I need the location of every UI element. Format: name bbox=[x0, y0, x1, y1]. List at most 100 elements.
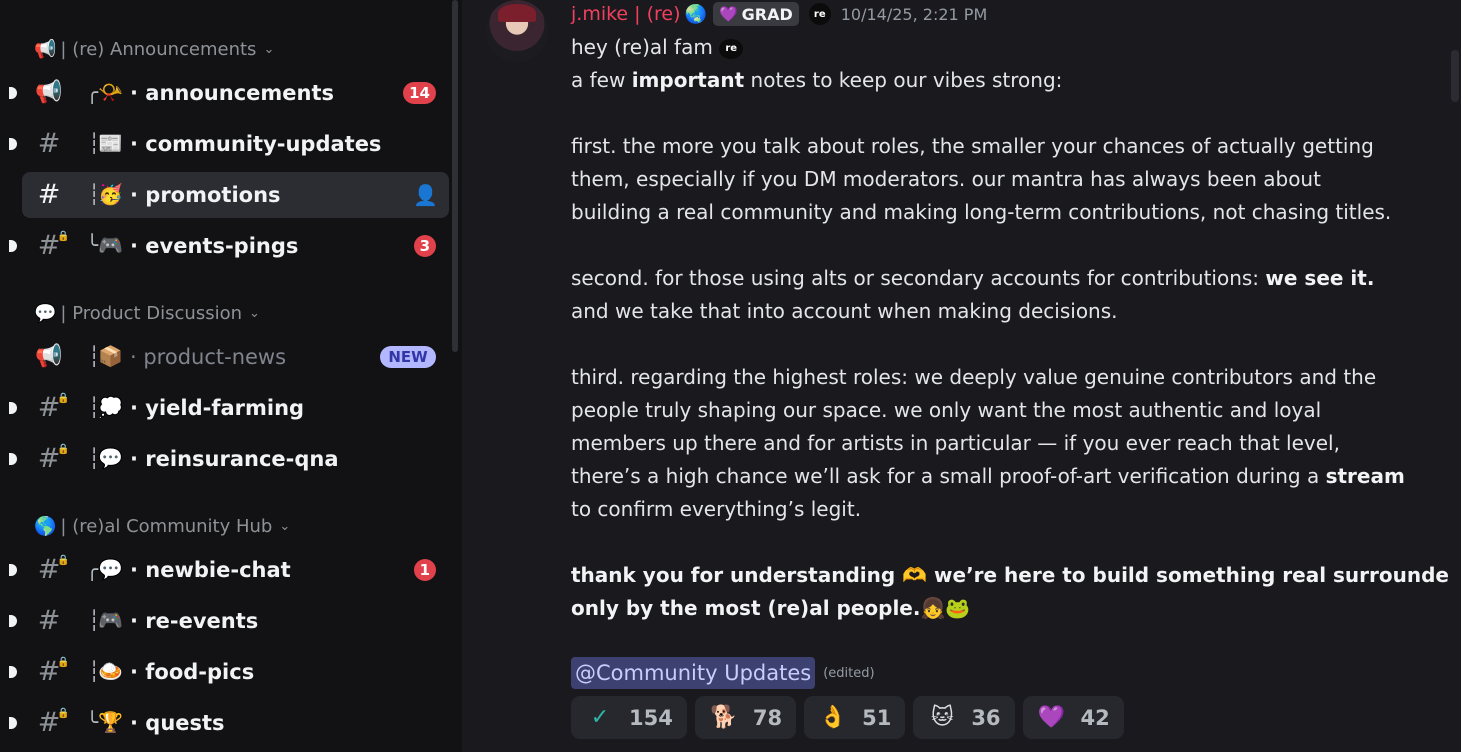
message-line: hey (re)al fam re bbox=[571, 31, 1451, 64]
megaphone-icon: 📢 bbox=[34, 38, 57, 60]
custom-emoji-icons: 👧🐸 bbox=[920, 596, 971, 620]
channel-re-events[interactable]: # ┆ 🎮 · re-events bbox=[9, 598, 449, 644]
message-line: only by the most (re)al people.👧🐸 bbox=[571, 596, 971, 620]
guild-tag-label: GRAD bbox=[741, 4, 793, 24]
purple-heart-icon: 💜 bbox=[1037, 705, 1066, 730]
hashtag-icon: # bbox=[37, 605, 61, 636]
unread-indicator bbox=[9, 453, 17, 465]
category-announcements[interactable]: 📢 | (re) Announcements ⌄ bbox=[34, 34, 274, 64]
channel-emoji: 📰 bbox=[98, 131, 123, 155]
avatar-hat-shape bbox=[498, 4, 536, 22]
heart-icon: 💜 bbox=[718, 5, 738, 23]
hashtag-icon: # bbox=[37, 179, 61, 210]
lock-icon: 🔒 bbox=[57, 708, 70, 719]
avatar[interactable] bbox=[486, 0, 548, 62]
channel-announcements[interactable]: 📢 ╭ 📯 · announcements 14 bbox=[9, 70, 449, 116]
channel-food-pics[interactable]: # 🔒 ┆ 🍛 · food-pics bbox=[9, 649, 449, 695]
channel-sidebar: 📢 | (re) Announcements ⌄ 📢 ╭ 📯 · announc… bbox=[0, 0, 462, 752]
unread-indicator bbox=[9, 402, 17, 414]
message-scrollbar-thumb[interactable] bbox=[1451, 50, 1459, 102]
channel-reinsurance-qna[interactable]: # 🔒 ┆ 💬 · reinsurance-qna bbox=[9, 436, 449, 482]
channel-promotions[interactable]: # ┆ 🥳 · promotions 👤 bbox=[22, 172, 449, 218]
reaction-ok-hand[interactable]: 👌 51 bbox=[804, 696, 906, 739]
reaction-check[interactable]: ✓ 154 bbox=[571, 696, 687, 739]
hashtag-icon: # bbox=[37, 128, 61, 159]
message-line: and we take that into account when makin… bbox=[571, 299, 1118, 323]
tree-connector: ╰ bbox=[86, 233, 99, 257]
channel-emoji: 🍛 bbox=[98, 659, 123, 683]
re-heart-emoji-icon: re bbox=[719, 38, 744, 59]
reaction-count: 42 bbox=[1080, 705, 1110, 730]
message-line: second. for those using alts or secondar… bbox=[571, 266, 1375, 290]
reaction-count: 154 bbox=[629, 705, 673, 730]
cat-icon: 🐱 bbox=[930, 705, 954, 730]
tree-connector: ╭ bbox=[86, 557, 99, 581]
timestamp[interactable]: 10/14/25, 2:21 PM bbox=[841, 5, 988, 24]
channel-name: · re-events bbox=[130, 609, 259, 633]
channel-events-pings[interactable]: # 🔒 ╰ 🎮 · events-pings 3 bbox=[9, 223, 449, 269]
role-mention[interactable]: @Community Updates bbox=[571, 657, 816, 689]
ok-hand-icon: 👌 bbox=[819, 705, 847, 730]
channel-quests[interactable]: # 🔒 ╰ 🏆 · quests bbox=[9, 700, 449, 746]
channel-newbie-chat[interactable]: # 🔒 ╭ 💬 · newbie-chat 1 bbox=[9, 547, 449, 593]
channel-product-news[interactable]: 📢 ┆ 📦 · product-news NEW bbox=[22, 334, 449, 380]
sidebar-scrollbar-thumb[interactable] bbox=[452, 0, 458, 352]
reaction-purple-heart[interactable]: 💜 42 bbox=[1022, 696, 1124, 739]
unread-indicator bbox=[9, 564, 17, 576]
channel-name: · announcements bbox=[130, 81, 334, 105]
channel-community-updates[interactable]: # ┆ 📰 · community-updates bbox=[9, 121, 449, 167]
channel-emoji: 🏆 bbox=[98, 710, 123, 734]
mention-badge: 14 bbox=[403, 82, 436, 104]
lock-icon: 🔒 bbox=[57, 555, 70, 566]
mention-badge: 1 bbox=[413, 559, 436, 581]
lock-icon: 🔒 bbox=[57, 231, 70, 242]
mention-row: @Community Updates (edited) bbox=[571, 657, 875, 689]
guild-tag[interactable]: 💜 GRAD bbox=[712, 2, 799, 26]
tree-connector: ╰ bbox=[86, 710, 99, 734]
channel-name: · events-pings bbox=[130, 234, 299, 258]
category-community-hub[interactable]: 🌎 | (re)al Community Hub ⌄ bbox=[34, 511, 290, 541]
message-line: to confirm everything’s legit. bbox=[571, 497, 862, 521]
lock-icon: 🔒 bbox=[57, 657, 70, 668]
channel-emoji: 💬 bbox=[98, 557, 123, 581]
unread-indicator bbox=[9, 240, 17, 252]
message-line: people truly shaping our space. we only … bbox=[571, 398, 1322, 422]
reaction-count: 36 bbox=[971, 705, 1001, 730]
unread-indicator bbox=[9, 666, 17, 678]
chevron-down-icon: ⌄ bbox=[279, 518, 291, 534]
message-scrollbar[interactable] bbox=[1449, 0, 1461, 752]
reaction-cat[interactable]: 🐱 36 bbox=[913, 696, 1015, 739]
channel-emoji: 📯 bbox=[98, 80, 123, 104]
channel-name: · newbie-chat bbox=[130, 558, 291, 582]
new-badge: NEW bbox=[380, 346, 436, 368]
message-line: building a real community and making lon… bbox=[571, 200, 1392, 224]
channel-name: · promotions bbox=[130, 183, 281, 207]
channel-yield-farming[interactable]: # 🔒 ┆ 💭 · yield-farming bbox=[9, 385, 449, 431]
reaction-count: 78 bbox=[752, 705, 783, 730]
tree-connector: ╭ bbox=[86, 80, 99, 104]
server-badge-icon: re bbox=[808, 3, 831, 25]
category-product-discussion[interactable]: 💬 | Product Discussion ⌄ bbox=[34, 298, 260, 328]
unread-indicator bbox=[9, 138, 17, 150]
channel-emoji: 🥳 bbox=[98, 182, 123, 206]
unread-indicator bbox=[9, 615, 17, 627]
lock-icon: 🔒 bbox=[57, 444, 70, 455]
globe-icon: 🌏 bbox=[684, 3, 707, 25]
edited-label: (edited) bbox=[823, 665, 875, 681]
channel-name: · quests bbox=[130, 711, 225, 735]
message-line: there’s a high chance we’ll ask for a sm… bbox=[571, 464, 1405, 488]
heart-hands-icon: 🫶 bbox=[902, 563, 928, 587]
username[interactable]: j.mike | (re) bbox=[571, 3, 681, 25]
globe-icon: 🌎 bbox=[34, 515, 57, 537]
channel-name: · yield-farming bbox=[130, 396, 305, 420]
reaction-dog[interactable]: 🐕 78 bbox=[694, 696, 797, 739]
lock-icon: 🔒 bbox=[57, 393, 70, 404]
mention-badge: 3 bbox=[413, 235, 436, 257]
category-label: | (re)al Community Hub bbox=[60, 515, 273, 537]
add-member-icon[interactable]: 👤 bbox=[413, 183, 438, 207]
unread-indicator bbox=[9, 87, 17, 99]
channel-emoji: 📦 bbox=[98, 344, 123, 368]
message-line: third. regarding the highest roles: we d… bbox=[571, 365, 1377, 389]
channel-name: · reinsurance-qna bbox=[130, 447, 339, 471]
channel-name: · community-updates bbox=[130, 132, 382, 156]
